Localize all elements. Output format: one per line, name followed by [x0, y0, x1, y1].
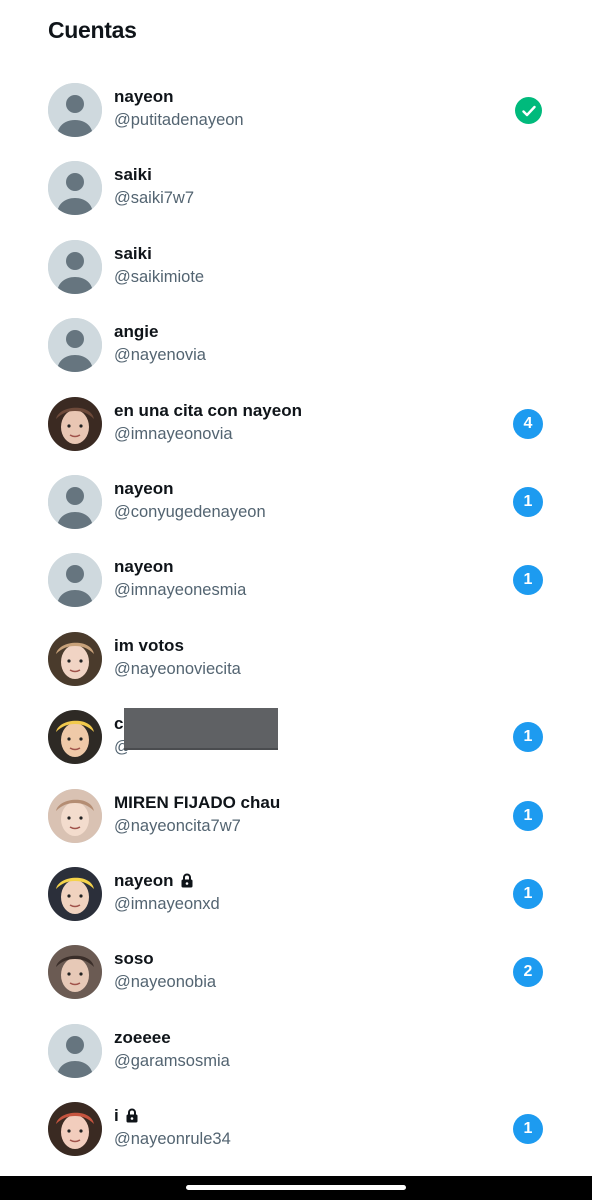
default-avatar-icon — [48, 83, 102, 137]
account-row[interactable]: nayeon @putitadenayeon — [0, 83, 592, 161]
account-row[interactable]: nayeon @imnayeonxd 1 — [0, 867, 592, 945]
accounts-sheet: Cuentas nayeon @putitadenayeon saiki @saiki… — [0, 0, 592, 1176]
sheet-title: Cuentas — [48, 17, 137, 43]
account-handle: @nayeoncita7w7 — [114, 816, 241, 835]
account-row[interactable]: saiki @saiki7w7 — [0, 161, 592, 239]
account-name: c — [114, 714, 123, 734]
checkmark-icon — [515, 97, 542, 124]
account-name: MIREN FIJADO chau — [114, 793, 280, 813]
notification-badge: 1 — [513, 800, 543, 831]
account-handle: @nayenovia — [114, 346, 206, 365]
account-name-text: en una cita con nayeon — [114, 400, 302, 420]
account-row[interactable]: en una cita con nayeon @imnayeonovia 4 — [0, 396, 592, 475]
account-name: nayeon — [114, 87, 174, 107]
account-row[interactable]: angie @nayenovia — [0, 318, 592, 396]
account-handle: @conyugedenayeon — [114, 503, 266, 521]
account-name: zoeeee — [114, 1028, 171, 1048]
account-row[interactable]: MIREN FIJADO chau @nayeoncita7w7 1 — [0, 788, 592, 867]
avatar-photo — [48, 396, 102, 451]
account-name-text: i — [114, 1106, 119, 1126]
avatar-photo — [48, 788, 102, 843]
account-handle: @nayeonobia — [114, 973, 217, 992]
default-avatar-icon — [48, 553, 102, 608]
account-handle: @imnayeonovia — [114, 424, 233, 443]
default-avatar-icon — [48, 318, 102, 373]
account-name-text: im votos — [114, 635, 184, 655]
account-name-text: nayeon — [114, 871, 174, 890]
lock-icon — [125, 1108, 139, 1128]
account-name-text: nayeon — [114, 557, 174, 577]
account-name-text: soso — [114, 949, 154, 969]
notification-badge: 1 — [513, 487, 543, 517]
account-handle: @nayeonoviecita — [114, 659, 241, 678]
notification-badge: 1 — [513, 565, 543, 596]
account-name-text: MIREN FIJADO chau — [114, 792, 281, 812]
account-handle: @saikimiote — [114, 267, 205, 286]
account-row[interactable]: nayeon @imnayeonesmia 1 — [0, 553, 592, 631]
account-name: nayeon — [114, 871, 194, 893]
notification-badge: 1 — [513, 1114, 543, 1145]
account-name-text: nayeon — [114, 87, 174, 106]
default-avatar-icon — [48, 239, 102, 294]
account-row[interactable]: im votos @nayeonoviecita — [0, 631, 592, 710]
notification-badge: 2 — [513, 957, 543, 988]
account-name-text: saiki — [114, 243, 152, 263]
account-name: nayeon — [114, 557, 174, 577]
lock-icon — [180, 873, 194, 893]
account-handle: @imnayeonxd — [114, 895, 220, 913]
redaction-box — [124, 708, 278, 751]
avatar-photo — [48, 631, 102, 686]
account-name-text: angie — [114, 322, 159, 342]
avatar-photo — [48, 1102, 102, 1157]
avatar-photo — [48, 867, 102, 921]
account-name: i — [114, 1106, 139, 1128]
notification-badge: 1 — [513, 722, 543, 753]
account-name-text: zoeeee — [114, 1027, 171, 1047]
account-row[interactable]: c @1 — [0, 708, 592, 788]
account-name-text: nayeon — [114, 479, 174, 498]
avatar-photo — [48, 710, 102, 765]
account-row[interactable]: soso @nayeonobia 2 — [0, 945, 592, 1023]
account-name: saiki — [114, 165, 152, 185]
account-name: angie — [114, 322, 158, 342]
default-avatar-icon — [48, 1023, 102, 1078]
account-name-text: c — [114, 714, 124, 734]
account-row[interactable]: saiki @saikimiote — [0, 239, 592, 318]
account-handle: @imnayeonesmia — [114, 581, 247, 600]
account-row[interactable]: i @nayeonrule34 1 — [0, 1102, 592, 1176]
account-handle: @saiki7w7 — [114, 189, 195, 208]
account-name: soso — [114, 949, 154, 969]
account-name: im votos — [114, 636, 184, 656]
account-name: nayeon — [114, 479, 174, 499]
notification-badge: 4 — [513, 408, 543, 439]
account-name: en una cita con nayeon — [114, 401, 302, 421]
account-name-text: saiki — [114, 165, 152, 185]
account-handle: @nayeonrule34 — [114, 1130, 231, 1149]
account-handle: @putitadenayeon — [114, 111, 244, 129]
default-avatar-icon — [48, 475, 102, 529]
avatar-photo — [48, 945, 102, 1000]
account-name: saiki — [114, 244, 152, 264]
home-indicator[interactable] — [186, 1185, 406, 1190]
account-handle: @garamsosmia — [114, 1051, 230, 1070]
default-avatar-icon — [48, 161, 102, 216]
notification-badge: 1 — [513, 879, 543, 909]
account-row[interactable]: zoeeee @garamsosmia — [0, 1023, 592, 1102]
account-row[interactable]: nayeon @conyugedenayeon 1 — [0, 475, 592, 553]
